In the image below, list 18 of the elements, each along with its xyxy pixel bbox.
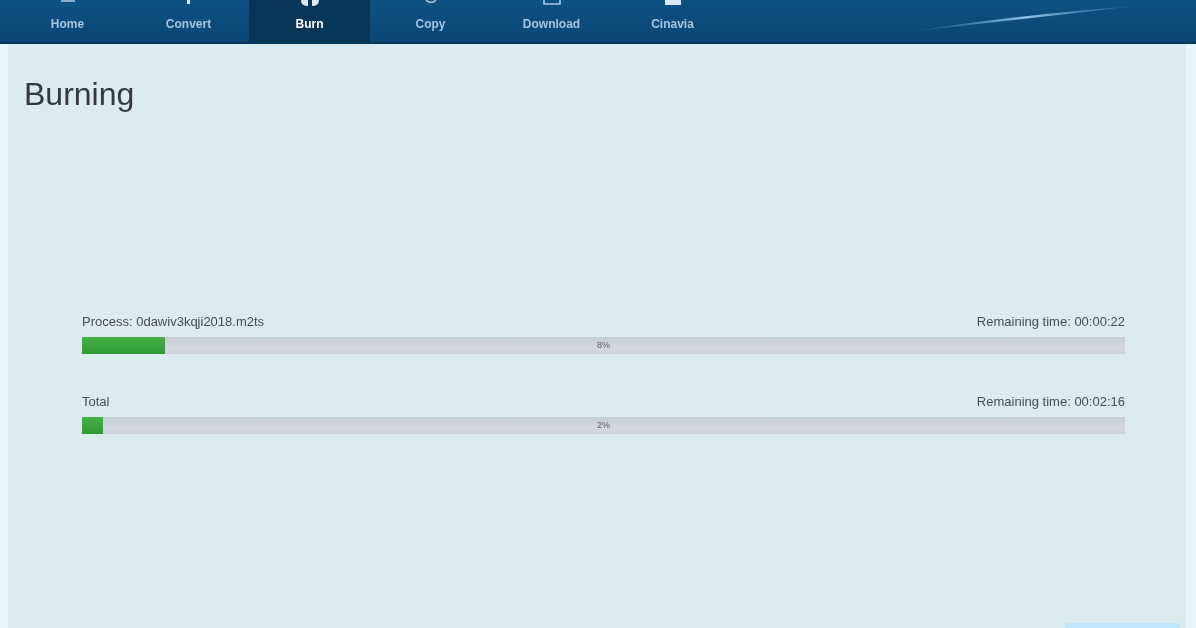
nav-tab[interactable]: Cinavia — [612, 0, 733, 42]
partial-button[interactable] — [1065, 623, 1180, 628]
nav-tab[interactable]: Download — [491, 0, 612, 42]
nav-tab[interactable]: Burn — [249, 0, 370, 42]
progress-percent: 2% — [597, 420, 610, 431]
progress-percent: 8% — [597, 340, 610, 351]
nav-tab[interactable]: Copy — [370, 0, 491, 42]
remaining-time: Remaining time: 00:02:16 — [976, 393, 1125, 411]
nav-tab[interactable]: Convert — [128, 0, 249, 42]
nav-tab[interactable]: Home — [7, 0, 128, 42]
arc-icon — [424, 0, 437, 3]
tray-icon — [542, 0, 561, 5]
progress-label: Process: 0dawiv3kqji2018.m2ts — [82, 313, 265, 331]
page-title: Burning — [24, 75, 135, 114]
line-icon — [60, 0, 75, 2]
progress-label: Total — [82, 393, 110, 411]
screen-icon — [664, 0, 681, 5]
remaining-time: Remaining time: 00:00:22 — [976, 313, 1125, 331]
